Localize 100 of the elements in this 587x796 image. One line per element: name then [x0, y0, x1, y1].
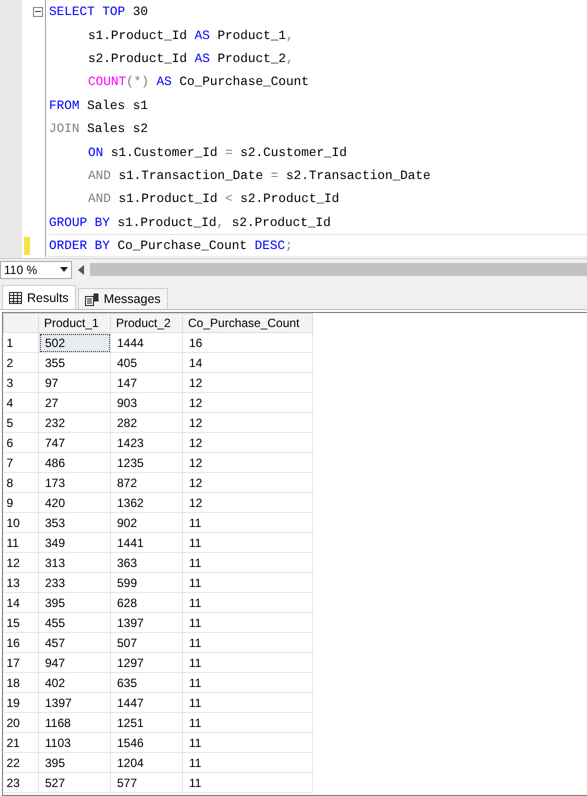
column-header[interactable]: Product_1: [38, 314, 110, 332]
table-cell: 395: [38, 752, 110, 772]
row-number[interactable]: 13: [4, 572, 38, 592]
table-cell: 11: [182, 712, 312, 732]
row-number[interactable]: 23: [4, 772, 38, 792]
table-cell: 599: [110, 572, 182, 592]
table-cell: 502: [38, 332, 110, 352]
table-cell: 11: [182, 552, 312, 572]
table-cell: 11: [182, 772, 312, 792]
row-number[interactable]: 21: [4, 732, 38, 752]
zoom-dropdown[interactable]: 110 %: [0, 260, 72, 278]
table-cell: 527: [38, 772, 110, 792]
scroll-left-icon[interactable]: [78, 264, 84, 274]
table-cell: 1423: [110, 432, 182, 452]
code-line: ORDER BY Co_Purchase_Count DESC;: [49, 234, 587, 258]
row-number[interactable]: 14: [4, 592, 38, 612]
table-cell: 147: [110, 372, 182, 392]
table-cell: 12: [182, 492, 312, 512]
table-cell: 11: [182, 512, 312, 532]
table-cell: 420: [38, 492, 110, 512]
row-number[interactable]: 12: [4, 552, 38, 572]
table-cell: 1397: [38, 692, 110, 712]
table-cell: 12: [182, 412, 312, 432]
table-cell: 747: [38, 432, 110, 452]
table-cell: 455: [38, 612, 110, 632]
row-number[interactable]: 5: [4, 412, 38, 432]
code-line: FROM Sales s1: [49, 96, 149, 115]
tab[interactable]: Results: [2, 285, 76, 309]
table-cell: 1362: [110, 492, 182, 512]
column-header[interactable]: Co_Purchase_Count: [182, 314, 312, 332]
table-cell: 282: [110, 412, 182, 432]
table-cell: 173: [38, 472, 110, 492]
grid-icon: [9, 292, 22, 304]
row-number[interactable]: 7: [4, 452, 38, 472]
table-cell: 349: [38, 532, 110, 552]
table-cell: 577: [110, 772, 182, 792]
code-editor[interactable]: [0, 0, 587, 258]
table-cell: 12: [182, 372, 312, 392]
row-number[interactable]: 4: [4, 392, 38, 412]
collapse-icon[interactable]: [32, 6, 42, 17]
table-cell: 313: [38, 552, 110, 572]
table-cell: 11: [182, 592, 312, 612]
tab-label: Results: [27, 290, 69, 304]
table-cell: 12: [182, 472, 312, 492]
table-cell: 355: [38, 352, 110, 372]
scrollbar-thumb[interactable]: [90, 263, 587, 276]
code-line: ON s1.Customer_Id = s2.Customer_Id: [87, 144, 348, 162]
table-cell: 11: [182, 692, 312, 712]
column-header[interactable]: Product_2: [110, 314, 182, 332]
row-number[interactable]: 6: [4, 432, 38, 452]
code-line: COUNT(*) AS Co_Purchase_Count: [87, 73, 310, 92]
table-cell: 405: [110, 352, 182, 372]
row-number[interactable]: 16: [4, 632, 38, 652]
table-cell: 11: [182, 752, 312, 772]
table-cell: 402: [38, 672, 110, 692]
table-cell: 16: [182, 332, 312, 352]
row-number[interactable]: 20: [4, 712, 38, 732]
table-cell: 903: [110, 392, 182, 412]
caret-icon: [60, 267, 68, 272]
table-cell: 11: [182, 732, 312, 752]
table-cell: 628: [110, 592, 182, 612]
tab-label: Messages: [104, 292, 161, 306]
table-cell: 486: [38, 452, 110, 472]
table-cell: 27: [38, 392, 110, 412]
table-cell: 1204: [110, 752, 182, 772]
code-line: s1.Product_Id AS Product_1,: [87, 26, 295, 45]
row-number[interactable]: 8: [4, 472, 38, 492]
table-cell: 97: [38, 372, 110, 392]
table-cell: 395: [38, 592, 110, 612]
row-number[interactable]: 9: [4, 492, 38, 512]
row-number[interactable]: 10: [4, 512, 38, 532]
row-number[interactable]: 11: [4, 532, 38, 552]
table-cell: 14: [182, 352, 312, 372]
table-cell: 1235: [110, 452, 182, 472]
code-line: SELECT TOP 30: [49, 3, 149, 22]
table-cell: 872: [110, 472, 182, 492]
row-number[interactable]: 22: [4, 752, 38, 772]
table-cell: 1251: [110, 712, 182, 732]
table-cell: 1397: [110, 612, 182, 632]
row-number[interactable]: 18: [4, 672, 38, 692]
table-cell: 11: [182, 572, 312, 592]
table-cell: 11: [182, 652, 312, 672]
row-number[interactable]: 2: [4, 352, 38, 372]
table-cell: 1441: [110, 532, 182, 552]
row-number[interactable]: 3: [4, 372, 38, 392]
table-cell: 1297: [110, 652, 182, 672]
table-cell: 11: [182, 632, 312, 652]
table-cell: 11: [182, 612, 312, 632]
row-number[interactable]: 15: [4, 612, 38, 632]
row-number[interactable]: 17: [4, 652, 38, 672]
table-cell: 363: [110, 552, 182, 572]
code-line: JOIN Sales s2: [49, 120, 149, 138]
table-cell: 12: [182, 392, 312, 412]
code-line: AND s1.Transaction_Date = s2.Transaction_Date: [87, 166, 432, 185]
table-cell: 353: [38, 512, 110, 532]
code-line: s2.Product_Id AS Product_2,: [87, 50, 295, 68]
table-cell: 902: [110, 512, 182, 532]
row-number[interactable]: 19: [4, 692, 38, 712]
tab[interactable]: Messages: [78, 288, 168, 309]
table-cell: 232: [38, 412, 110, 432]
